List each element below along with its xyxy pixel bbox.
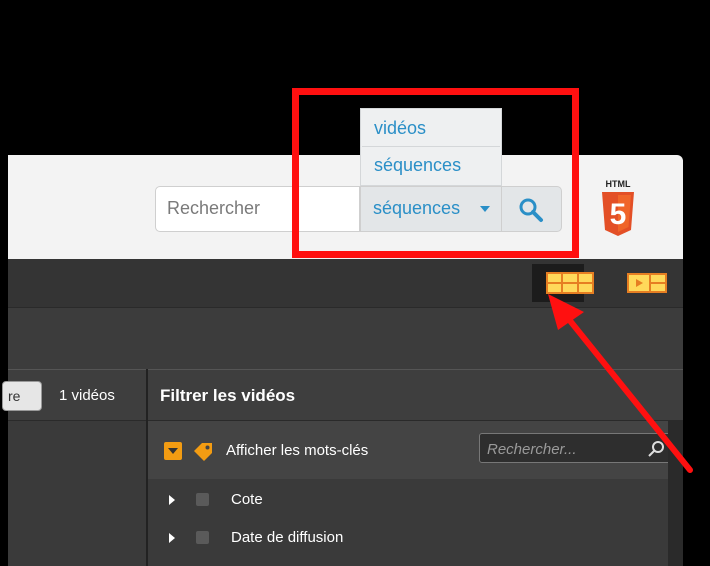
screenshot-frame: Rechercher séquences vidéos séquences HT… [0, 0, 710, 566]
arrow-annotation [548, 294, 693, 473]
